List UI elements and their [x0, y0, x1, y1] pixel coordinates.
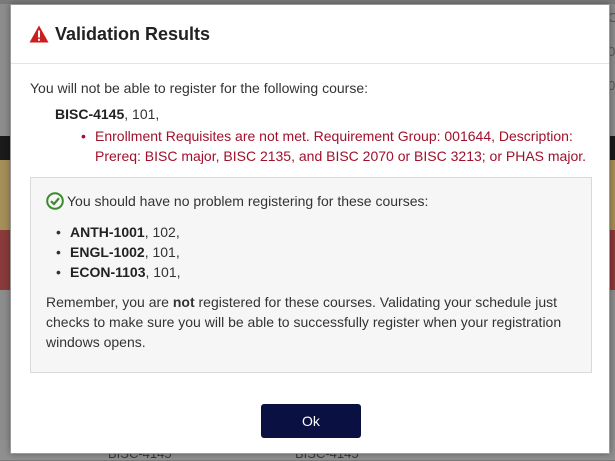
course-section: , 101, — [144, 244, 180, 260]
bullet: • — [81, 128, 86, 144]
course-section: , 101, — [145, 264, 181, 280]
intro-text: You will not be able to register for the… — [30, 80, 369, 96]
dialog-title: Validation Results — [55, 23, 211, 44]
ok-course-list: • ANTH-1001, 102, • ENGL-1002, 101, • ECON-… — [56, 222, 576, 282]
failed-course-code: BISC-4145 — [55, 106, 125, 122]
check-circle-icon — [46, 192, 64, 210]
list-item: • ENGL-1002, 101, — [56, 242, 576, 262]
dialog-body: You will not be able to register for the… — [11, 80, 609, 373]
course-section: , 102, — [144, 224, 180, 240]
failed-course: BISC-4145, 101, — [55, 106, 590, 122]
success-heading-text: You should have no problem registering f… — [67, 193, 429, 209]
validation-dialog: Validation Results You will not be able … — [10, 4, 610, 454]
success-heading: You should have no problem registering f… — [46, 192, 576, 210]
error-text: Enrollment Requisites are not met. Requi… — [95, 128, 573, 144]
error-text: Prereq: BISC major, BISC 2135, and BISC … — [95, 148, 587, 164]
warning-icon — [29, 25, 49, 43]
course-code: ECON-1103 — [70, 264, 146, 280]
failed-course-section: , 101, — [124, 106, 160, 122]
bullet: • — [56, 244, 61, 260]
bullet: • — [56, 264, 61, 280]
error-message: • Enrollment Requisites are not met. Requ… — [73, 126, 590, 166]
course-code: ANTH-1001 — [70, 224, 145, 240]
list-item: • ECON-1103, 101, — [56, 262, 576, 282]
course-code: ENGL-1002 — [70, 244, 145, 260]
ok-button[interactable]: Ok — [261, 404, 361, 438]
dialog-header: Validation Results — [11, 5, 609, 64]
bullet: • — [56, 224, 61, 240]
success-panel: You should have no problem registering f… — [30, 177, 592, 373]
list-item: • ANTH-1001, 102, — [56, 222, 576, 242]
note-text: Remember, you are — [46, 294, 173, 310]
note-emphasis: not — [172, 294, 195, 310]
error-list: • Enrollment Requisites are not met. Requ… — [73, 126, 590, 166]
reminder-note: Remember, you are not registered for the… — [46, 292, 576, 352]
